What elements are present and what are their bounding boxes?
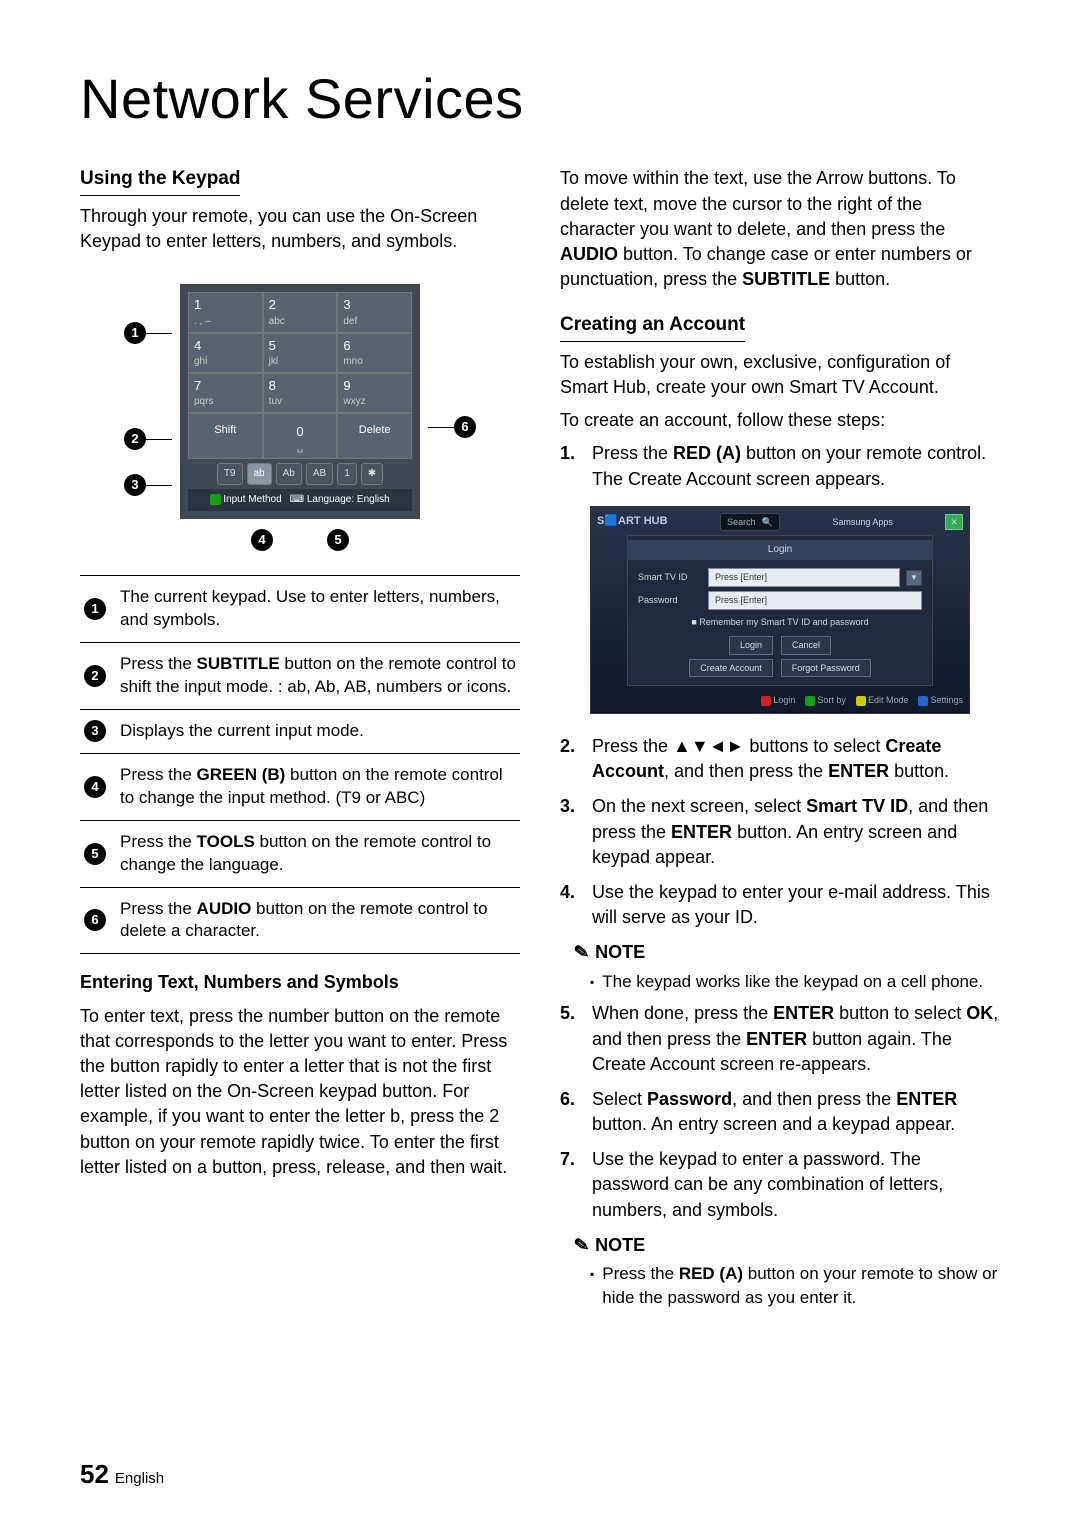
search-box[interactable]: Search🔍: [720, 513, 780, 532]
id-label: Smart TV ID: [638, 571, 702, 584]
key-8[interactable]: 8tuv: [263, 373, 338, 413]
heading-entering-text: Entering Text, Numbers and Symbols: [80, 970, 520, 995]
left-column: Using the Keypad Through your remote, yo…: [80, 166, 520, 1317]
mode-AB[interactable]: AB: [306, 463, 333, 485]
steps-list: Press the RED (A) button on your remote …: [560, 441, 1000, 491]
page-footer: 52English: [80, 1456, 164, 1492]
pw-input[interactable]: Press [Enter]: [708, 591, 922, 610]
yellow-c-icon: [856, 696, 866, 706]
id-dropdown-icon[interactable]: ▼: [906, 570, 922, 586]
legend-row-3: 3 Displays the current input mode.: [80, 710, 520, 754]
id-input[interactable]: Press [Enter]: [708, 568, 900, 587]
samsung-apps-label: Samsung Apps: [832, 516, 893, 529]
pw-label: Password: [638, 594, 702, 607]
smart-hub-logo: S🟦ART HUB: [597, 514, 668, 529]
panel-title: Login: [628, 540, 932, 560]
legend-row-4: 4 Press the GREEN (B) button on the remo…: [80, 754, 520, 821]
cancel-button[interactable]: Cancel: [781, 636, 831, 655]
onscreen-keypad: 1. , – 2abc 3def 4ghi 5jkl 6mno 7pqrs 8t…: [180, 284, 420, 519]
mode-Ab[interactable]: Ab: [276, 463, 302, 485]
step-1: Press the RED (A) button on your remote …: [560, 441, 1000, 491]
callout-1: 1: [124, 322, 146, 344]
steps-list-cont: Press the ▲▼◄► buttons to select Create …: [560, 734, 1000, 930]
two-column-layout: Using the Keypad Through your remote, yo…: [80, 166, 1000, 1317]
key-3[interactable]: 3def: [337, 292, 412, 332]
key-6[interactable]: 6mno: [337, 333, 412, 373]
page-title: Network Services: [80, 60, 1000, 138]
callout-4: 4: [251, 529, 273, 551]
key-7[interactable]: 7pqrs: [188, 373, 263, 413]
mode-ab[interactable]: ab: [247, 463, 272, 485]
step-3: On the next screen, select Smart TV ID, …: [560, 794, 1000, 870]
legend-row-5: 5 Press the TOOLS button on the remote c…: [80, 821, 520, 888]
step-2: Press the ▲▼◄► buttons to select Create …: [560, 734, 1000, 784]
step-7: Use the keypad to enter a password. The …: [560, 1147, 1000, 1223]
heading-creating-account: Creating an Account: [560, 312, 745, 342]
note-list-2: Press the RED (A) button on your remote …: [590, 1262, 1000, 1310]
mode-1[interactable]: 1: [337, 463, 357, 485]
note-icon: ✎: [572, 939, 590, 966]
forgot-password-button[interactable]: Forgot Password: [781, 659, 871, 678]
login-panel: Login Smart TV ID Press [Enter] ▼ Passwo…: [627, 535, 933, 686]
key-4[interactable]: 4ghi: [188, 333, 263, 373]
key-shift[interactable]: Shift: [188, 413, 263, 459]
steps-list-cont2: When done, press the ENTER button to sel…: [560, 1001, 1000, 1223]
para-establish: To establish your own, exclusive, config…: [560, 350, 1000, 400]
search-icon: 🔍: [762, 516, 773, 529]
mode-bar: T9 ab Ab AB 1 ✱: [188, 459, 412, 489]
green-badge-icon: [210, 494, 221, 505]
green-b-icon: [805, 696, 815, 706]
color-buttons-bar: Login Sort by Edit Mode Settings: [597, 694, 963, 707]
key-1[interactable]: 1. , –: [188, 292, 263, 332]
legend-row-1: 1 The current keypad. Use to enter lette…: [80, 576, 520, 643]
note-item-1: The keypad works like the keypad on a ce…: [590, 970, 1000, 994]
step-4: Use the keypad to enter your e-mail addr…: [560, 880, 1000, 930]
key-9[interactable]: 9wxyz: [337, 373, 412, 413]
keypad-footer: Input Method ⌨ Language: English: [188, 489, 412, 511]
step-5: When done, press the ENTER button to sel…: [560, 1001, 1000, 1077]
remember-checkbox[interactable]: ■ Remember my Smart TV ID and password: [628, 612, 932, 633]
legend-row-2: 2 Press the SUBTITLE button on the remot…: [80, 643, 520, 710]
note-heading-1: ✎NOTE: [574, 940, 1000, 965]
callout-3: 3: [124, 474, 146, 496]
key-2[interactable]: 2abc: [263, 292, 338, 332]
para-entering-text: To enter text, press the number button o…: [80, 1004, 520, 1180]
callout-6: 6: [454, 416, 476, 438]
legend-row-6: 6 Press the AUDIO button on the remote c…: [80, 888, 520, 955]
callout-5: 5: [327, 529, 349, 551]
right-column: To move within the text, use the Arrow b…: [560, 166, 1000, 1317]
language-icon: ⌨: [290, 494, 304, 505]
keypad-figure: 1 2 3 1. , – 2abc 3def 4ghi 5jkl 6mno 7p…: [80, 284, 520, 551]
para-using-keypad: Through your remote, you can use the On-…: [80, 204, 520, 254]
para-follow-steps: To create an account, follow these steps…: [560, 408, 1000, 433]
key-5[interactable]: 5jkl: [263, 333, 338, 373]
mode-t9[interactable]: T9: [217, 463, 243, 485]
login-screenshot: S🟦ART HUB Search🔍 Samsung Apps ✕ Login S…: [590, 506, 970, 714]
heading-using-keypad: Using the Keypad: [80, 166, 240, 196]
blue-d-icon: [918, 696, 928, 706]
close-icon[interactable]: ✕: [945, 514, 963, 531]
create-account-button[interactable]: Create Account: [689, 659, 773, 678]
note-item-2: Press the RED (A) button on your remote …: [590, 1262, 1000, 1310]
note-heading-2: ✎NOTE: [574, 1233, 1000, 1258]
note-icon: ✎: [572, 1232, 590, 1259]
red-a-icon: [761, 696, 771, 706]
note-list-1: The keypad works like the keypad on a ce…: [590, 970, 1000, 994]
key-0[interactable]: 0␣: [263, 413, 338, 459]
callout-legend: 1 The current keypad. Use to enter lette…: [80, 575, 520, 954]
para-move-delete: To move within the text, use the Arrow b…: [560, 166, 1000, 292]
key-delete[interactable]: Delete: [337, 413, 412, 459]
mode-star[interactable]: ✱: [361, 463, 383, 485]
step-6: Select Password, and then press the ENTE…: [560, 1087, 1000, 1137]
callout-2: 2: [124, 428, 146, 450]
login-button[interactable]: Login: [729, 636, 773, 655]
